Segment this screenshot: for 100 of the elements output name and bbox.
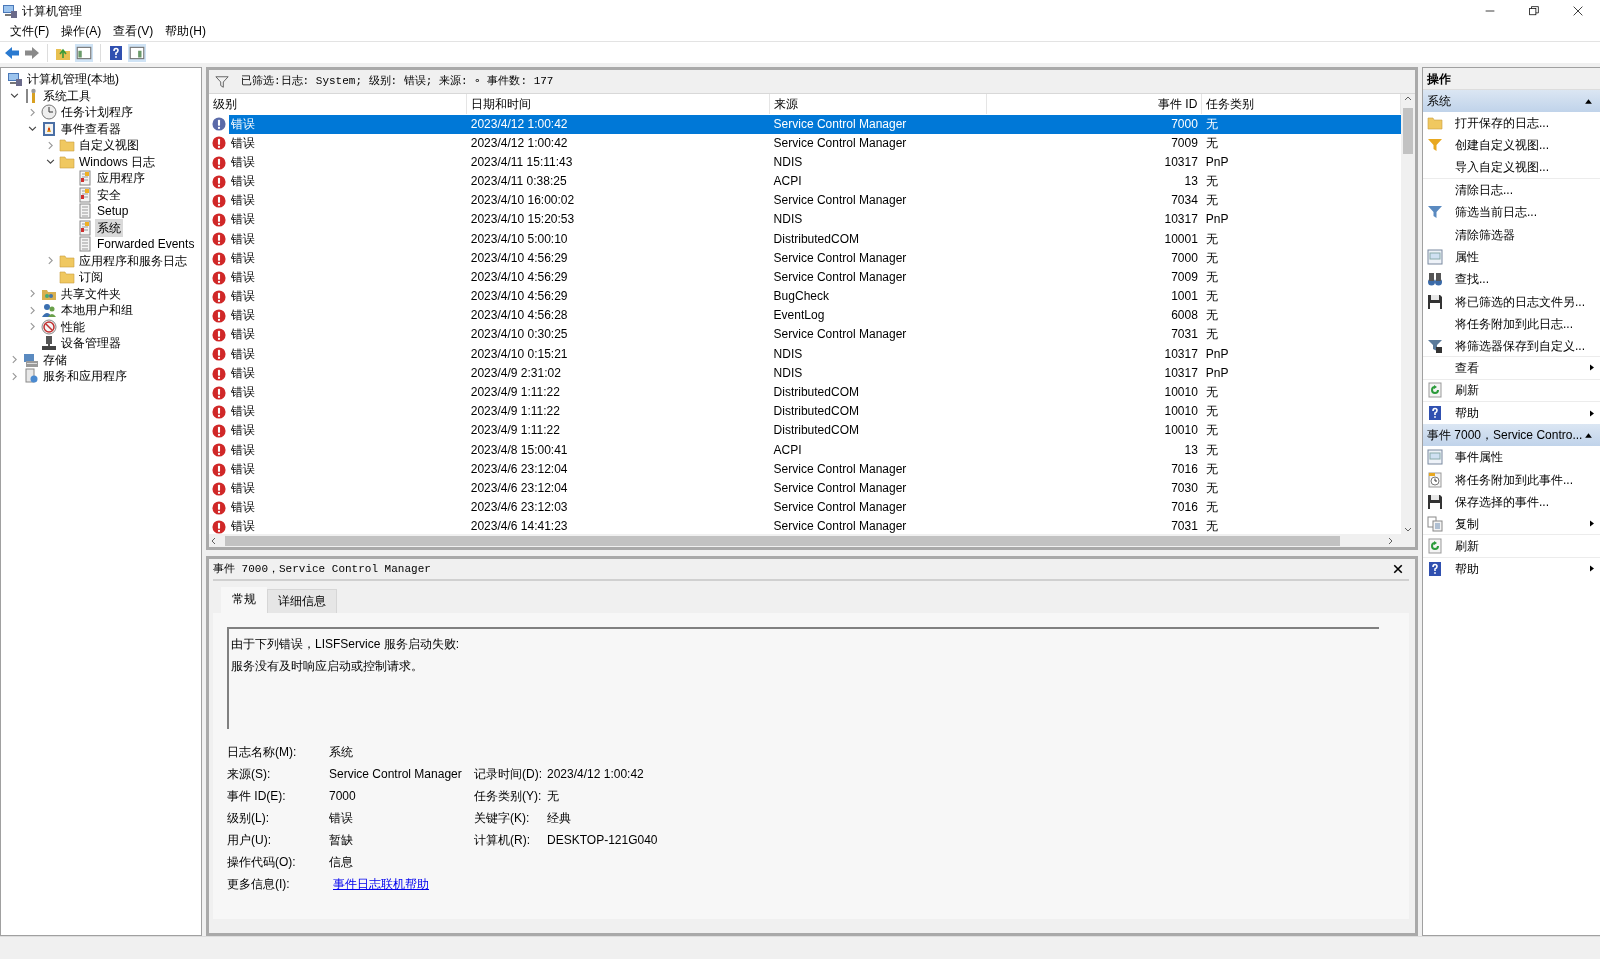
table-row[interactable]: 错误 2023/4/9 1:11:22 DistributedCOM 10010 无 xyxy=(209,402,1401,422)
help-icon[interactable] xyxy=(108,44,124,61)
table-row[interactable]: 错误 2023/4/10 0:30:25 Service Control Manager 7031 无 xyxy=(209,325,1401,345)
scroll-up-icon[interactable] xyxy=(1403,94,1413,102)
help-link[interactable]: 事件日志联机帮助 xyxy=(329,877,429,891)
tree-item[interactable]: 共享文件夹 xyxy=(59,284,123,303)
horizontal-scrollbar[interactable] xyxy=(209,534,1415,547)
action-item[interactable]: 查看 xyxy=(1423,357,1600,380)
close-icon[interactable] xyxy=(1573,5,1583,16)
column-header[interactable]: 任务类别 xyxy=(1201,94,1401,114)
tree-item[interactable]: 性能 xyxy=(59,317,87,336)
table-row[interactable]: 错误 2023/4/10 4:56:29 Service Control Manager 7009 无 xyxy=(209,267,1401,287)
scroll-thumb[interactable] xyxy=(225,535,1340,546)
tree-item[interactable]: 应用程序和服务日志 xyxy=(77,251,189,270)
tree-item[interactable]: 计算机管理(本地) xyxy=(25,70,121,89)
tree-item[interactable]: 订阅 xyxy=(77,268,105,287)
tree-item[interactable]: 系统工具 xyxy=(41,86,93,105)
action-item[interactable]: 事件属性 xyxy=(1423,446,1600,469)
chevron-right-icon[interactable] xyxy=(27,289,37,299)
chevron-right-icon[interactable] xyxy=(27,305,37,315)
table-row[interactable]: 错误 2023/4/6 23:12:04 Service Control Manager 7016 无 xyxy=(209,459,1401,479)
tree-item[interactable]: Windows 日志 xyxy=(77,152,157,171)
table-row[interactable]: 错误 2023/4/9 2:31:02 NDIS 10317 PnP xyxy=(209,363,1401,383)
table-row[interactable]: 错误 2023/4/10 4:56:29 Service Control Manager 7000 无 xyxy=(209,248,1401,268)
chevron-down-icon[interactable] xyxy=(45,157,55,167)
table-row[interactable]: 错误 2023/4/6 23:12:04 Service Control Manager 7030 无 xyxy=(209,478,1401,499)
tab[interactable]: 常规 xyxy=(221,587,267,613)
action-item[interactable]: 筛选当前日志... xyxy=(1423,201,1600,224)
action-item[interactable]: 创建自定义视图... xyxy=(1423,134,1600,157)
tree-item[interactable]: 安全 xyxy=(95,185,123,204)
action-item[interactable]: 导入自定义视图... xyxy=(1423,156,1600,179)
console-tree-icon[interactable] xyxy=(75,43,93,62)
action-item[interactable]: 刷新 xyxy=(1423,535,1600,558)
chevron-right-icon[interactable] xyxy=(45,256,55,266)
action-item[interactable]: 将已筛选的日志文件另... xyxy=(1423,290,1600,313)
tree-item[interactable]: 应用程序 xyxy=(95,169,147,188)
column-header[interactable]: 事件 ID xyxy=(986,94,1202,114)
chevron-right-icon[interactable] xyxy=(27,322,37,332)
tree-item[interactable]: Forwarded Events xyxy=(95,235,197,254)
table-row[interactable]: 错误 2023/4/12 1:00:42 Service Control Manager 7009 无 xyxy=(209,133,1401,153)
tab[interactable]: 详细信息 xyxy=(267,589,337,613)
scroll-thumb[interactable] xyxy=(1403,108,1413,154)
table-row[interactable]: 错误 2023/4/10 16:00:02 Service Control Manager 7034 无 xyxy=(209,191,1401,211)
tree-item[interactable]: 本地用户和组 xyxy=(59,301,135,320)
forward-arrow-icon[interactable] xyxy=(24,44,40,61)
tree-item[interactable]: 服务和应用程序 xyxy=(41,367,129,386)
tree-item[interactable]: Setup xyxy=(95,202,131,221)
action-item[interactable]: 帮助 xyxy=(1423,401,1600,425)
table-row[interactable]: 错误 2023/4/10 5:00:10 DistributedCOM 10001 无 xyxy=(209,229,1401,249)
menu-item[interactable]: 操作(A) xyxy=(55,22,108,40)
tree-item[interactable]: 事件查看器 xyxy=(59,119,123,138)
table-row[interactable]: 错误 2023/4/11 15:11:43 NDIS 10317 PnP xyxy=(209,152,1401,172)
chevron-right-icon[interactable] xyxy=(27,107,37,117)
tree-item[interactable]: 自定义视图 xyxy=(77,136,141,155)
table-row[interactable]: 错误 2023/4/10 15:20:53 NDIS 10317 PnP xyxy=(209,210,1401,230)
column-header[interactable]: 级别 xyxy=(209,94,467,114)
collapse-arrow-icon[interactable] xyxy=(1584,430,1593,440)
action-item[interactable]: 属性 xyxy=(1423,245,1600,269)
action-pane-icon[interactable] xyxy=(128,43,146,62)
tree-item[interactable]: 设备管理器 xyxy=(59,334,123,353)
back-arrow-icon[interactable] xyxy=(4,44,20,61)
action-item[interactable]: 保存选择的事件... xyxy=(1423,490,1600,514)
action-item[interactable]: 帮助 xyxy=(1423,557,1600,580)
action-item[interactable]: 将任务附加到此日志... xyxy=(1423,312,1600,335)
table-row[interactable]: 错误 2023/4/9 1:11:22 DistributedCOM 10010 无 xyxy=(209,382,1401,403)
action-item[interactable]: 将筛选器保存到自定义... xyxy=(1423,334,1600,358)
tree-item[interactable]: 存储 xyxy=(41,350,69,369)
table-row[interactable]: 错误 2023/4/10 0:15:21 NDIS 10317 PnP xyxy=(209,344,1401,364)
action-item[interactable]: 刷新 xyxy=(1423,379,1600,402)
table-row[interactable]: 错误 2023/4/9 1:11:22 DistributedCOM 10010 无 xyxy=(209,421,1401,441)
table-row[interactable]: 错误 2023/4/6 14:41:23 Service Control Manager 7031 无 xyxy=(209,517,1401,537)
menu-item[interactable]: 查看(V) xyxy=(107,22,160,40)
scroll-down-icon[interactable] xyxy=(1403,526,1413,534)
restore-icon[interactable] xyxy=(1529,5,1539,16)
action-item[interactable]: 清除筛选器 xyxy=(1423,223,1600,246)
table-row[interactable]: 错误 2023/4/8 15:00:41 ACPI 13 无 xyxy=(209,440,1401,460)
tree-item[interactable]: 任务计划程序 xyxy=(59,103,135,122)
chevron-right-icon[interactable] xyxy=(9,371,19,381)
vertical-scrollbar[interactable] xyxy=(1401,94,1415,534)
tree-item[interactable]: 系统 xyxy=(95,218,123,237)
menu-item[interactable]: 文件(F) xyxy=(4,22,56,40)
table-row[interactable]: 错误 2023/4/11 0:38:25 ACPI 13 无 xyxy=(209,171,1401,192)
section-header[interactable]: 事件 7000，Service Contro... xyxy=(1423,424,1600,447)
column-header[interactable]: 来源 xyxy=(769,94,987,114)
collapse-arrow-icon[interactable] xyxy=(1584,96,1593,106)
table-row[interactable]: 错误 2023/4/10 4:56:29 BugCheck 1001 无 xyxy=(209,287,1401,307)
menu-item[interactable]: 帮助(H) xyxy=(159,22,212,40)
chevron-right-icon[interactable] xyxy=(9,355,19,365)
table-row[interactable]: 错误 2023/4/12 1:00:42 Service Control Manager 7000 无 xyxy=(209,114,1401,134)
action-item[interactable]: 查找... xyxy=(1423,268,1600,291)
table-row[interactable]: 错误 2023/4/10 4:56:28 EventLog 6008 无 xyxy=(209,306,1401,326)
chevron-down-icon[interactable] xyxy=(9,91,19,101)
action-item[interactable]: 复制 xyxy=(1423,513,1600,536)
action-item[interactable]: 清除日志... xyxy=(1423,178,1600,202)
action-item[interactable]: 打开保存的日志... xyxy=(1423,112,1600,135)
chevron-down-icon[interactable] xyxy=(27,124,37,134)
table-row[interactable]: 错误 2023/4/6 23:12:03 Service Control Manager 7016 无 xyxy=(209,498,1401,518)
chevron-right-icon[interactable] xyxy=(45,140,55,150)
action-item[interactable]: 将任务附加到此事件... xyxy=(1423,468,1600,491)
close-icon[interactable] xyxy=(1393,564,1403,574)
